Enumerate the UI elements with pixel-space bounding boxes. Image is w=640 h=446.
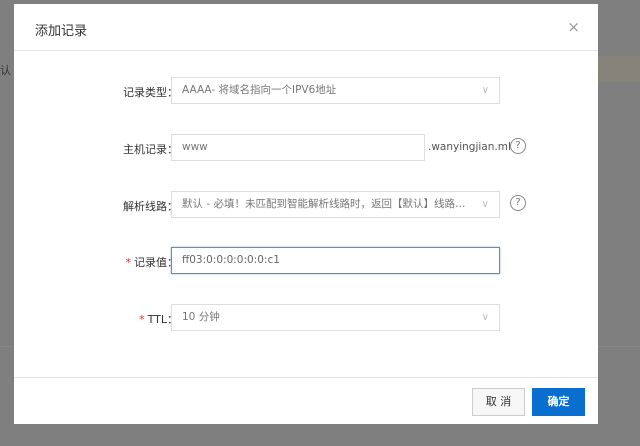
help-icon[interactable]: ? bbox=[510, 195, 526, 211]
record-type-label: 记录类型： bbox=[123, 86, 178, 99]
background-text: 认 bbox=[0, 64, 11, 77]
help-icon[interactable]: ? bbox=[510, 138, 526, 154]
confirm-button[interactable]: 确定 bbox=[532, 388, 585, 416]
host-input[interactable]: www bbox=[171, 134, 425, 161]
close-icon[interactable]: × bbox=[567, 18, 580, 36]
dialog-title: 添加记录 bbox=[35, 24, 88, 39]
add-record-dialog: 添加记录 × 记录类型： AAAA- 将域名指向一个IPV6地址 ∨ 主机记录：… bbox=[14, 4, 598, 424]
ttl-row: * TTL： 10 分钟 ∨ bbox=[14, 304, 598, 331]
domain-suffix: .wanyingjian.ml bbox=[428, 141, 511, 153]
background-notice-band bbox=[598, 56, 640, 82]
required-mark: * bbox=[139, 313, 145, 326]
host-label: 主机记录： bbox=[123, 143, 178, 156]
footer-divider bbox=[14, 377, 598, 378]
record-value-input[interactable]: ff03:0:0:0:0:0:0:c1 bbox=[171, 247, 500, 274]
line-value: 默认 - 必填！未匹配到智能解析线路时，返回【默认】线路设置结果 bbox=[182, 198, 472, 210]
dialog-header: 添加记录 × bbox=[14, 4, 598, 51]
line-row: 解析线路： 默认 - 必填！未匹配到智能解析线路时，返回【默认】线路设置结果 ∨… bbox=[14, 191, 598, 218]
required-mark: * bbox=[125, 256, 132, 269]
ttl-value: 10 分钟 bbox=[182, 311, 220, 323]
record-type-row: 记录类型： AAAA- 将域名指向一个IPV6地址 ∨ bbox=[14, 77, 598, 104]
line-label: 解析线路： bbox=[123, 200, 178, 213]
host-row: 主机记录： www .wanyingjian.ml ? bbox=[14, 134, 598, 161]
cancel-button[interactable]: 取 消 bbox=[472, 388, 525, 416]
ttl-select[interactable]: 10 分钟 ∨ bbox=[171, 304, 500, 331]
chevron-down-icon: ∨ bbox=[481, 312, 489, 323]
record-value-row: * 记录值： ff03:0:0:0:0:0:0:c1 bbox=[14, 247, 598, 274]
record-type-value: AAAA- 将域名指向一个IPV6地址 bbox=[182, 84, 337, 96]
line-select[interactable]: 默认 - 必填！未匹配到智能解析线路时，返回【默认】线路设置结果 ∨ bbox=[171, 191, 500, 218]
chevron-down-icon: ∨ bbox=[481, 199, 489, 210]
chevron-down-icon: ∨ bbox=[481, 85, 489, 96]
record-type-select[interactable]: AAAA- 将域名指向一个IPV6地址 ∨ bbox=[171, 77, 500, 104]
